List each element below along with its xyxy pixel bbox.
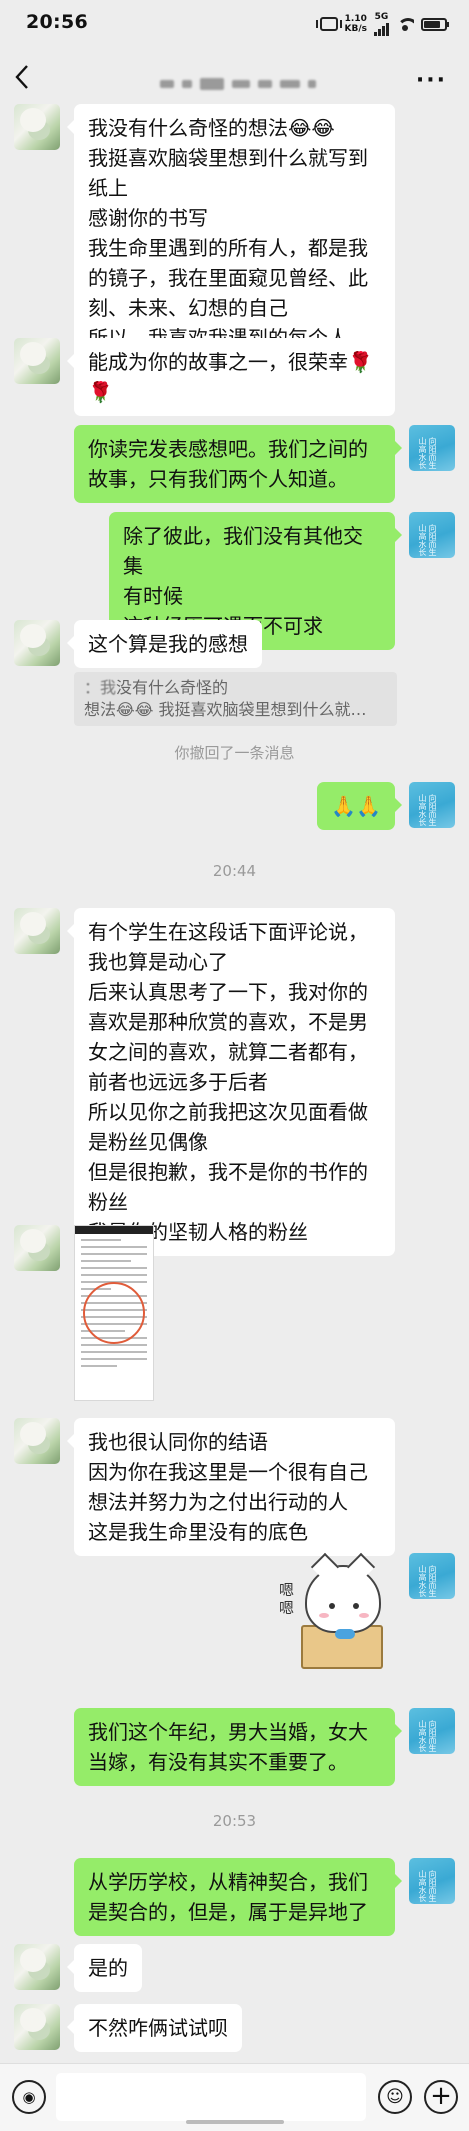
my-avatar[interactable]: 向阳而生 山高水长 [409,1553,455,1599]
my-avatar-text: 向阳而生 山高水长 [418,794,437,826]
friend-avatar[interactable] [14,104,60,150]
friend-avatar[interactable] [14,1418,60,1464]
cat-sticker[interactable]: 嗯嗯 [279,1553,395,1669]
annotation-circle [83,1282,145,1344]
status-icons: 1.10 KB/s 5G [315,12,449,36]
friend-avatar[interactable] [14,338,60,384]
back-button[interactable] [14,64,30,97]
message-bubble[interactable]: 你读完发表感想吧。我们之间的故事，只有我们两个人知道。 [74,425,402,503]
friend-avatar[interactable] [14,1944,60,1990]
message-line: 有个学生在这段话下面评论说，我也算是动心了 [88,920,368,974]
quoted-message[interactable]: ：我没有什么奇怪的 想法😂😂 我挺喜欢脑袋里想到什么就… [74,672,397,726]
friend-avatar[interactable] [14,908,60,954]
recall-notice: 你撤回了一条消息 [174,744,295,762]
battery-icon [421,17,449,31]
message-bubble[interactable]: 我也很认同你的结语 因为你在我这里是一个很有自己想法并努力为之付出行动的人 这是… [67,1418,395,1556]
more-button[interactable]: ··· [416,68,447,93]
message-line: 🙏🙏 [331,794,381,818]
message-line: 感谢你的书写 [88,206,208,230]
wifi-icon [396,17,414,31]
message-line: 有时候 [123,584,183,608]
quote-blurred-name: ：我 [84,678,117,697]
message-line: 不然咋俩试试呗 [88,2016,228,2040]
chevron-left-icon [15,65,28,89]
message-line: 所以见你之前我把这次见面看做是粉丝见偶像 [88,1100,368,1154]
network-type: 5G [374,12,389,36]
message-line: 后来认真思考了一下，我对你的喜欢是那种欣赏的喜欢，不是男女之间的喜欢，就算二者都… [88,980,368,1094]
message-line: 是的 [88,1956,128,1980]
message-bubble[interactable]: 我们这个年纪，男大当婚，女大当嫁，有没有其实不重要了。 [74,1708,402,1786]
message-line: 我生命里遇到的所有人，都是我的镜子，我在里面窥见曾经、此刻、未来、幻想的自己 [88,236,368,320]
more-dots-icon: ··· [415,68,447,93]
message-bubble[interactable]: 是的 [67,1944,142,1992]
message-line: 你读完发表感想吧。我们之间的故事，只有我们两个人知道。 [88,437,368,491]
my-avatar[interactable]: 向阳而生 山高水长 [409,782,455,828]
message-line: 这是我生命里没有的底色 [88,1520,308,1544]
timestamp: 20:53 [212,1812,257,1830]
message-bubble[interactable]: 从学历学校，从精神契合，我们是契合的，但是，属于是异地了 [74,1858,402,1936]
friend-avatar[interactable] [14,1225,60,1271]
message-bubble[interactable]: 这个算是我的感想 [67,620,262,668]
message-bubble[interactable]: 🙏🙏 [317,782,402,830]
message-line: 因为你在我这里是一个很有自己想法并努力为之付出行动的人 [88,1460,368,1514]
plus-icon[interactable]: + [424,2080,458,2114]
network-speed: 1.10 KB/s [345,14,367,34]
my-avatar-text: 向阳而生 山高水长 [418,437,437,469]
quote-line: 想法😂😂 我挺喜欢脑袋里想到什么就… [84,700,367,719]
message-line: 我挺喜欢脑袋里想到什么就写到纸上 [88,146,368,200]
network-label: 5G [374,12,389,22]
signal-icon [374,22,389,36]
speed-value: 1.10 [344,14,367,24]
home-indicator [186,2120,284,2124]
message-line: 从学历学校，从精神契合，我们是契合的，但是，属于是异地了 [88,1870,368,1924]
message-line: 但是很抱歉，我不是你的书作的粉丝 [88,1160,368,1214]
sticker-text: 嗯嗯 [279,1581,295,1617]
message-bubble[interactable]: 能成为你的故事之一，很荣幸🌹🌹 [67,338,395,416]
message-line: 除了彼此，我们没有其他交集 [123,524,363,578]
speed-unit: KB/s [344,24,367,34]
message-bubble[interactable]: 有个学生在这段话下面评论说，我也算是动心了 后来认真思考了一下，我对你的喜欢是那… [67,908,395,1256]
message-line: 这个算是我的感想 [88,632,248,656]
message-line: 我们这个年纪，男大当婚，女大当嫁，有没有其实不重要了。 [88,1720,368,1774]
friend-avatar[interactable] [14,2004,60,2050]
my-avatar-text: 向阳而生 山高水长 [418,1870,437,1902]
timestamp: 20:44 [212,862,257,880]
friend-avatar[interactable] [14,620,60,666]
my-avatar-text: 向阳而生 山高水长 [418,1565,437,1597]
image-message[interactable] [74,1225,154,1401]
message-bubble[interactable]: 我没有什么奇怪的想法😂😂 我挺喜欢脑袋里想到什么就写到纸上 感谢你的书写 我生命… [67,104,395,362]
my-avatar[interactable]: 向阳而生 山高水长 [409,1708,455,1754]
chat-title-pixelated [160,74,316,94]
message-line: 我没有什么奇怪的想法😂😂 [88,116,335,140]
my-avatar[interactable]: 向阳而生 山高水长 [409,425,455,471]
status-time: 20:56 [26,11,88,33]
my-avatar-text: 向阳而生 山高水长 [418,1720,437,1752]
my-avatar-text: 向阳而生 山高水长 [418,524,437,556]
message-input[interactable] [56,2073,366,2121]
my-avatar[interactable]: 向阳而生 山高水长 [409,512,455,558]
vibrate-icon [315,17,342,31]
emoji-icon[interactable]: ☺ [378,2080,412,2114]
message-bubble[interactable]: 不然咋俩试试呗 [67,2004,242,2052]
message-line: 我也很认同你的结语 [88,1430,268,1454]
status-bar: 20:56 1.10 KB/s 5G [0,0,469,44]
quote-line: ：我没有什么奇怪的 [84,677,387,699]
message-line: 能成为你的故事之一，很荣幸🌹🌹 [88,350,373,404]
voice-icon[interactable]: ◉ [12,2080,46,2114]
my-avatar[interactable]: 向阳而生 山高水长 [409,1858,455,1904]
quote-text: 没有什么奇怪的 [116,678,229,697]
